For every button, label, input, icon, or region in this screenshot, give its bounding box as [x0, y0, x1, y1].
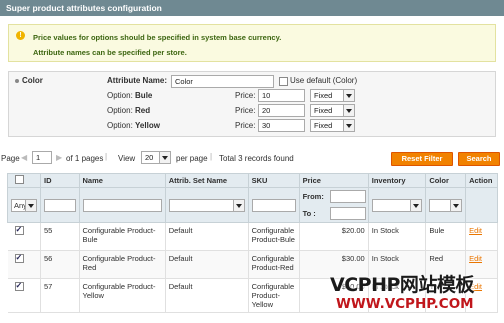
watermark-title: VCPHP网站模板 [330, 274, 474, 296]
total-records: Total 3 records found [219, 154, 294, 163]
chevron-down-icon [343, 90, 354, 101]
use-default-checkbox[interactable] [279, 77, 288, 86]
select-all-checkbox[interactable] [15, 175, 24, 184]
attribute-name-label: Attribute Name: [107, 76, 168, 85]
watermark-url: WWW.VCPHP.COM [336, 296, 474, 312]
page-input[interactable] [32, 151, 52, 164]
sku-filter-input[interactable] [251, 198, 296, 212]
attrib-set-filter-select[interactable] [168, 198, 245, 212]
price-input-red[interactable] [258, 104, 305, 117]
column-header-inventory[interactable]: Inventory [367, 173, 427, 188]
cell-price: $20.00 [299, 222, 369, 251]
price-label: Price: [235, 121, 256, 130]
color-filter-select[interactable] [429, 198, 463, 212]
notice-line-1: Price values for options should be speci… [33, 33, 282, 42]
price-type-select-bule[interactable]: Fixed [310, 89, 355, 102]
chevron-down-icon [410, 199, 422, 211]
price-from-label: From: [302, 192, 324, 201]
attribute-heading: Color [15, 76, 43, 85]
reset-filter-button[interactable]: Reset Filter [391, 152, 453, 166]
price-to-input[interactable] [329, 207, 366, 220]
attribute-name-input[interactable] [171, 75, 274, 88]
cell-color: Bule [425, 222, 467, 251]
column-header-price[interactable]: Price [298, 173, 369, 188]
page-count: of 1 pages [66, 154, 104, 163]
price-input-yellow[interactable] [258, 119, 305, 132]
price-label: Price: [235, 106, 256, 115]
name-filter-input[interactable] [82, 198, 162, 212]
price-to-label: To : [302, 209, 316, 218]
attribute-config-box: Color Attribute Name: Use default (Color… [8, 71, 496, 137]
price-from-input[interactable] [329, 190, 366, 203]
row-checkbox[interactable] [14, 281, 24, 291]
watermark: VCPHP网站模板 WWW.VCPHP.COM [330, 270, 500, 320]
cell-sku: Configurable Product-Bule [248, 222, 300, 251]
use-default-label: Use default (Color) [290, 76, 358, 85]
per-page-select[interactable]: 20 [141, 151, 171, 164]
prev-page-icon[interactable]: ◀ [21, 153, 27, 162]
notice-line-2: Attribute names can be specified per sto… [33, 48, 187, 57]
column-header-name[interactable]: Name [78, 173, 166, 188]
bullet-icon [15, 78, 19, 83]
grid-header-row: ID Name Attrib. Set Name SKU Price Inven… [7, 173, 498, 188]
section-title: Super product attributes configuration [6, 3, 162, 13]
id-filter-input[interactable] [44, 198, 76, 212]
chevron-down-icon [232, 199, 244, 211]
inventory-filter-select[interactable] [371, 198, 423, 212]
page-label: Page [1, 154, 20, 163]
pager-divider: | [105, 152, 108, 161]
price-input-bule[interactable] [258, 89, 305, 102]
chevron-down-icon [159, 152, 170, 163]
any-select[interactable]: Any [11, 198, 37, 212]
cell-set: Default [165, 278, 249, 313]
option-label-yellow: Option: Yellow [107, 121, 160, 130]
price-type-select-red[interactable]: Fixed [310, 104, 355, 117]
cell-name: Configurable Product-Red [79, 250, 166, 279]
price-type-select-yellow[interactable]: Fixed [310, 119, 355, 132]
next-page-icon[interactable]: ▶ [56, 153, 62, 162]
column-header-attrib-set[interactable]: Attrib. Set Name [164, 173, 249, 188]
chevron-down-icon [343, 105, 354, 116]
pager-divider: | [210, 152, 213, 161]
row-checkbox[interactable] [14, 225, 24, 235]
cell-set: Default [165, 222, 249, 251]
price-label: Price: [235, 91, 256, 100]
grid-pager: Page ◀ ▶ of 1 pages | View 20 per page |… [0, 150, 504, 168]
edit-link[interactable]: Edit [469, 254, 482, 263]
cell-sku: Configurable Product-Yellow [248, 278, 300, 313]
column-header-action: Action [465, 173, 498, 188]
cell-id: 55 [40, 222, 80, 251]
notice-box: ! Price values for options should be spe… [8, 24, 496, 62]
option-label-bule: Option: Bule [107, 91, 153, 100]
edit-link[interactable]: Edit [469, 226, 482, 235]
cell-id: 57 [40, 278, 80, 313]
cell-inventory: In Stock [368, 222, 427, 251]
per-page-label: per page [176, 154, 208, 163]
row-checkbox[interactable] [14, 253, 24, 263]
column-header-id[interactable]: ID [40, 173, 80, 188]
chevron-down-icon [450, 199, 462, 211]
cell-id: 56 [40, 250, 80, 279]
column-header-color[interactable]: Color [425, 173, 467, 188]
view-label: View [118, 154, 136, 163]
cell-name: Configurable Product-Bule [79, 222, 166, 251]
cell-sku: Configurable Product-Red [248, 250, 300, 279]
section-header: Super product attributes configuration [0, 0, 504, 16]
select-all-header[interactable] [7, 173, 41, 188]
column-header-sku[interactable]: SKU [247, 173, 300, 188]
cell-name: Configurable Product-Yellow [79, 278, 166, 313]
cell-set: Default [165, 250, 249, 279]
grid-filter-row: Any From: To : [7, 187, 498, 223]
option-label-red: Option: Red [107, 106, 151, 115]
search-button[interactable]: Search [458, 152, 500, 166]
chevron-down-icon [25, 199, 36, 211]
info-icon: ! [16, 31, 25, 40]
chevron-down-icon [343, 120, 354, 131]
table-row[interactable]: 55 Configurable Product-Bule Default Con… [7, 222, 498, 251]
